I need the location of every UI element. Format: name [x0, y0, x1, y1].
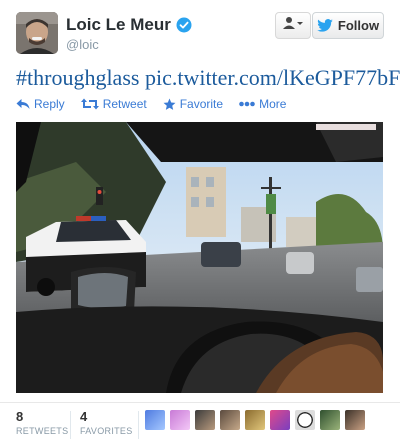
follow-label: Follow: [337, 18, 380, 33]
retweet-action[interactable]: Retweet: [80, 97, 147, 111]
favoriter-avatars: [145, 410, 370, 430]
tweet-photo[interactable]: [16, 122, 383, 393]
favoriter-avatar[interactable]: [145, 410, 165, 430]
favoriter-avatar[interactable]: [345, 410, 365, 430]
reply-label: Reply: [34, 97, 65, 111]
favorite-label: Favorite: [179, 97, 224, 111]
favorite-action[interactable]: Favorite: [163, 97, 223, 111]
person-dropdown-icon: [282, 16, 304, 35]
media-link[interactable]: pic.twitter.com/lKeGPF77bF: [145, 65, 400, 90]
star-icon: [163, 98, 176, 110]
favorites-stat[interactable]: 4 FAVORITES: [80, 409, 133, 436]
user-dropdown-button[interactable]: [275, 12, 311, 39]
tweet-text: #throughglass pic.twitter.com/lKeGPF77bF: [16, 65, 400, 91]
more-dots-icon: [239, 101, 255, 107]
retweets-count: 8: [16, 409, 24, 424]
favoriter-avatar[interactable]: [320, 410, 340, 430]
favoriter-avatar[interactable]: [195, 410, 215, 430]
favorites-count: 4: [80, 409, 88, 424]
more-action[interactable]: More: [239, 97, 286, 111]
tweet-header: Loic Le Meur @loic Follow: [0, 0, 400, 62]
reply-icon: [16, 99, 30, 109]
hashtag-link[interactable]: #throughglass: [16, 65, 139, 90]
tweet-actions: Reply Retweet Favorite More: [16, 97, 302, 111]
verified-badge-icon: [176, 17, 192, 33]
retweet-icon: [80, 98, 99, 110]
favoriter-avatar[interactable]: [245, 410, 265, 430]
retweet-label: Retweet: [102, 97, 147, 111]
twitter-bird-icon: [317, 19, 333, 32]
user-fullname[interactable]: Loic Le Meur: [66, 15, 171, 35]
user-avatar[interactable]: [16, 12, 58, 54]
favoriter-avatar[interactable]: [270, 410, 290, 430]
stats-divider: [138, 411, 139, 439]
user-handle[interactable]: @loic: [66, 37, 99, 52]
follow-button[interactable]: Follow: [312, 12, 384, 39]
favoriter-avatar[interactable]: [220, 410, 240, 430]
favoriter-avatar[interactable]: [295, 410, 315, 430]
reply-action[interactable]: Reply: [16, 97, 65, 111]
more-label: More: [259, 97, 287, 111]
tweet-stats: 8 RETWEETS 4 FAVORITES: [0, 402, 400, 444]
retweets-stat[interactable]: 8 RETWEETS: [16, 409, 68, 436]
retweets-label: RETWEETS: [16, 426, 69, 436]
stats-divider: [70, 411, 71, 439]
favoriter-avatar[interactable]: [170, 410, 190, 430]
favorites-label: FAVORITES: [80, 426, 133, 436]
